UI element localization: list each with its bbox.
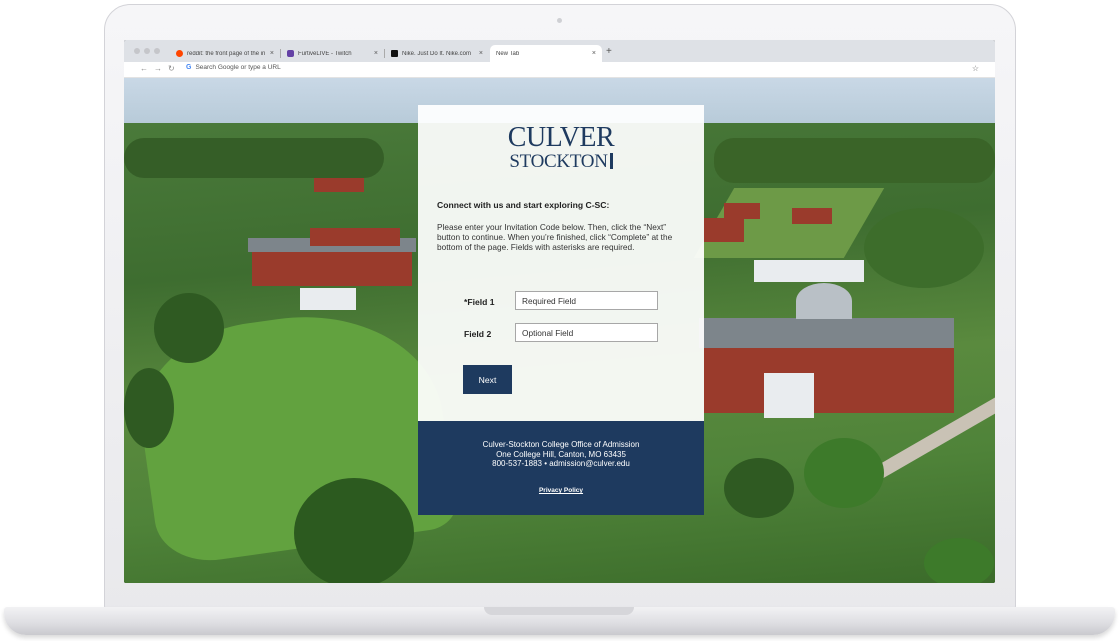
laptop-screen: reddit: the front page of the in × Furti… [124,40,995,583]
maximize-window-dot[interactable] [154,48,160,54]
close-window-dot[interactable] [134,48,140,54]
background-portico [300,288,356,310]
background-tree [864,208,984,288]
page-content: CULVER STOCKTON Connect with us and star… [124,78,995,583]
background-tree [804,438,884,508]
background-building [754,260,864,282]
background-building [724,203,760,219]
tab-reddit[interactable]: reddit: the front page of the in × [170,45,280,62]
field-2-label: Field 2 [464,329,492,339]
background-tree [124,368,174,448]
background-building [704,343,954,413]
laptop-hinge-notch [484,607,634,615]
bookmark-star-icon[interactable]: ☆ [972,64,979,73]
window-controls [134,48,160,54]
background-roof [699,318,954,348]
next-button[interactable]: Next [463,365,512,394]
background-building [314,178,364,192]
address-placeholder: Search Google or type a URL [195,64,281,71]
form-footer: Culver-Stockton College Office of Admiss… [418,421,704,515]
footer-contact: 800-537-1883 • admission@culver.edu [492,459,630,468]
background-portico [764,373,814,418]
tab-title: Nike. Just Do It. Nike.com [402,50,472,57]
tab-twitch[interactable]: FurtiveLIVE - Twitch × [281,45,384,62]
footer-address: Culver-Stockton College Office of Admiss… [418,440,704,469]
logo-line-2: STOCKTON [509,151,608,172]
footer-office-name: Culver-Stockton College Office of Admiss… [482,440,640,449]
form-heading: Connect with us and start exploring C-SC… [437,200,610,210]
field-1-label: *Field 1 [464,297,495,307]
background-tree [924,538,994,583]
background-treeline [714,138,995,183]
background-building [792,208,832,224]
background-building [704,218,744,242]
background-dome [796,283,852,319]
background-treeline [124,138,384,178]
form-panel: CULVER STOCKTON Connect with us and star… [418,105,704,421]
background-tree [724,458,794,518]
nike-favicon-icon [391,50,398,57]
new-tab-button[interactable]: + [606,46,612,57]
minimize-window-dot[interactable] [144,48,150,54]
logo-line-1: CULVER [507,122,615,153]
tab-new-tab[interactable]: New Tab × [490,45,602,62]
tab-title: New Tab [496,50,520,57]
privacy-policy-link[interactable]: Privacy Policy [418,487,704,494]
twitch-favicon-icon [287,50,294,57]
close-tab-icon[interactable]: × [270,50,274,57]
google-icon: G [186,64,192,71]
webcam [557,18,562,23]
tab-nike[interactable]: Nike. Just Do It. Nike.com × [385,45,489,62]
field-1-input[interactable] [515,291,658,310]
browser-tab-bar: reddit: the front page of the in × Furti… [124,40,995,62]
tab-title: FurtiveLIVE - Twitch [298,50,352,57]
close-tab-icon[interactable]: × [374,50,378,57]
laptop-base [4,607,1115,635]
background-building [310,228,400,246]
back-arrow-icon[interactable]: ← [140,64,148,73]
field-2-input[interactable] [515,323,658,342]
reddit-favicon-icon [176,50,183,57]
tab-title: reddit: the front page of the in [187,50,266,57]
close-tab-icon[interactable]: × [592,50,596,57]
background-tree [294,478,414,583]
logo-bar-mark [609,153,613,169]
culver-stockton-logo: CULVER STOCKTON [418,122,704,173]
forward-arrow-icon[interactable]: → [154,64,162,73]
invitation-form-card: CULVER STOCKTON Connect with us and star… [418,105,704,515]
background-tree [154,293,224,363]
footer-street-address: One College Hill, Canton, MO 63435 [496,449,626,459]
reload-icon[interactable]: ↻ [168,64,175,73]
browser-toolbar: ← → ↻ G Search Google or type a URL ☆ [124,62,995,78]
form-instructions: Please enter your Invitation Code below.… [437,222,673,252]
close-tab-icon[interactable]: × [479,50,483,57]
background-building [252,248,412,286]
address-bar[interactable]: G Search Google or type a URL [186,64,281,71]
